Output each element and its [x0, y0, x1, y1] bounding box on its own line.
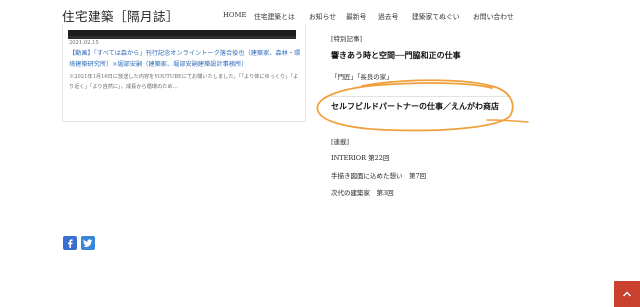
twitter-share-button[interactable] — [81, 236, 95, 250]
serial-item-drawings[interactable]: 手描き図面に込めた想い 第7回 — [331, 170, 426, 180]
feature-article-title[interactable]: セルフビルドパートナーの仕事／えんがわ商店 — [331, 101, 499, 112]
back-to-top-button[interactable] — [614, 281, 640, 307]
post-date: 2021.02.15 — [69, 40, 99, 46]
post-thumbnail[interactable] — [68, 30, 296, 39]
section-divider — [331, 96, 509, 97]
nav-item-tenugui[interactable]: 建築家てぬぐい — [412, 11, 460, 21]
nav-item-home[interactable]: HOME — [223, 11, 246, 19]
nav-item-about[interactable]: 住宅建築とは — [254, 11, 295, 21]
facebook-icon — [68, 239, 73, 248]
special-article-title[interactable]: 響きあう時と空間──門脇和正の仕事 — [331, 50, 461, 61]
nav-item-latest-issue[interactable]: 最新号 — [346, 11, 366, 21]
post-excerpt: ※2021年1月16日に放送した内容をYOUTUBEにてお聞いたしました。「「よ… — [69, 74, 299, 90]
special-article-subtitles[interactable]: 「門匠」「長良の家」 — [331, 71, 393, 81]
facebook-share-button[interactable] — [63, 236, 77, 250]
nav-item-news[interactable]: お知らせ — [309, 11, 336, 21]
serial-item-interior[interactable]: INTERIOR 第22回 — [331, 152, 389, 162]
chevron-up-icon — [623, 291, 631, 297]
special-article-label: [特別記事] — [331, 35, 363, 43]
twitter-icon — [83, 239, 93, 247]
site-title[interactable]: 住宅建築［隔月誌］ — [62, 6, 179, 25]
post-title-link[interactable]: 【動画】「すべては森から」刊行記念オンライントーク落合俊也（建築家、森林・環境建… — [69, 49, 301, 70]
serial-item-next-architect[interactable]: 次代の建築家 第3回 — [331, 187, 394, 197]
nav-item-back-issues[interactable]: 過去号 — [378, 11, 398, 21]
nav-item-contact[interactable]: お問い合わせ — [473, 11, 514, 21]
serial-label: [連載] — [331, 138, 350, 146]
